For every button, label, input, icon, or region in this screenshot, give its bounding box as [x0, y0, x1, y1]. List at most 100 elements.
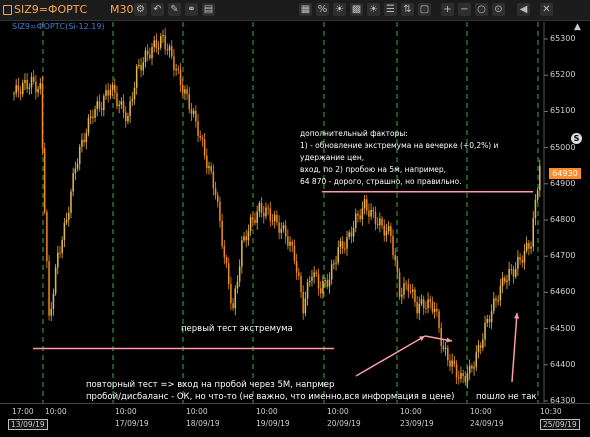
- chart-window: SIZ9=ФОРТС M30 ⚙ ↶ ✎ ⚭ ▤ ▦ % ☀ ▩ ☀ ☰ ⇅ ▢…: [0, 0, 590, 437]
- candle-body: [195, 110, 197, 122]
- candle-body: [411, 289, 414, 292]
- candle-body: [127, 115, 129, 122]
- time-tick-label: 10:30: [540, 407, 562, 416]
- candle-body: [153, 40, 155, 48]
- candle-body: [451, 360, 453, 367]
- candle-body: [488, 319, 491, 323]
- candle-body: [536, 190, 539, 200]
- candle-body: [192, 110, 195, 114]
- candle-body: [179, 69, 182, 85]
- candle-body: [486, 319, 488, 323]
- candle-body: [234, 288, 237, 309]
- candle-body: [503, 277, 506, 282]
- candle-body: [457, 377, 460, 379]
- candle-body: [447, 347, 449, 361]
- time-axis[interactable]: 17:00 10:00 10:00 10:00 10:00 10:00 10:00 10:00…: [0, 403, 590, 437]
- price-tick-label: 65200: [550, 70, 576, 80]
- candle-body: [390, 226, 392, 236]
- candle-body: [306, 282, 309, 299]
- candle-body: [352, 227, 355, 237]
- candle-body: [344, 248, 346, 250]
- candle-body: [118, 104, 120, 107]
- candle-body: [278, 222, 280, 233]
- candle-body: [482, 339, 484, 348]
- candle-body: [510, 269, 513, 271]
- candle-body: [525, 242, 528, 251]
- candle-body: [232, 303, 234, 309]
- candle-body: [230, 283, 232, 304]
- candle-body: [512, 269, 515, 277]
- candle-body: [317, 274, 320, 289]
- candle-body: [322, 280, 324, 294]
- candle-body: [61, 240, 63, 254]
- candle-body: [298, 272, 300, 276]
- candle-body: [107, 90, 109, 96]
- annotation-arrow: [511, 312, 518, 383]
- candle-body: [517, 256, 519, 269]
- time-tick-label: 17:00: [12, 407, 34, 416]
- candle-body: [403, 283, 405, 295]
- candle-body: [523, 250, 526, 263]
- price-tick-label: 64700: [550, 251, 576, 261]
- candle-body: [89, 116, 92, 118]
- candle-body: [155, 40, 158, 48]
- candle-body: [379, 218, 381, 226]
- time-tick-label: 10:00: [45, 407, 67, 416]
- candle-body: [32, 76, 35, 82]
- note-line: дополнительный факторы:: [300, 129, 408, 138]
- candle-body: [453, 360, 456, 365]
- candle-body: [168, 46, 171, 51]
- candle-body: [212, 171, 215, 189]
- time-tick-label: 10:00: [470, 407, 492, 416]
- price-tick-label: 64600: [550, 287, 576, 297]
- candle-body: [238, 266, 241, 282]
- arrow-head: [446, 337, 452, 343]
- candle-body: [241, 240, 243, 267]
- candle-body: [287, 236, 289, 246]
- candle-body: [260, 202, 263, 213]
- candle-body: [530, 246, 532, 249]
- candle-body: [293, 245, 296, 262]
- candle-body: [471, 365, 473, 369]
- candle-body: [254, 219, 256, 223]
- candle-body: [355, 213, 357, 228]
- candle-body: [245, 236, 247, 241]
- candle-body: [149, 54, 151, 59]
- candle-body: [313, 272, 315, 277]
- candle-body: [190, 109, 193, 114]
- candle-body: [514, 268, 517, 277]
- candle-body: [15, 85, 17, 94]
- note-line: 64 870 - дорого, страшно, но правильно.: [300, 177, 462, 186]
- candle-body: [262, 212, 265, 217]
- candle-body: [28, 87, 31, 89]
- candlestick-plot[interactable]: [0, 0, 590, 436]
- candle-body: [83, 139, 85, 143]
- candle-body: [497, 300, 499, 302]
- candle-body: [223, 246, 226, 258]
- candle-body: [94, 109, 96, 118]
- candle-body: [324, 280, 326, 282]
- date-tick-label: 17/09/19: [115, 419, 149, 428]
- candle-body: [436, 308, 438, 312]
- candle-body: [142, 62, 145, 71]
- candle-body: [319, 288, 322, 294]
- candle-body: [484, 322, 486, 340]
- candle-body: [186, 89, 188, 95]
- candle-body: [361, 208, 364, 220]
- candle-body: [398, 272, 401, 297]
- candle-body: [420, 299, 423, 304]
- candle-body: [177, 68, 180, 70]
- note-additional-factors: дополнительный факторы: 1) - обновление …: [300, 128, 498, 188]
- candle-body: [199, 135, 201, 138]
- candle-body: [81, 139, 83, 147]
- candle-body: [438, 311, 440, 329]
- candle-body: [337, 247, 340, 263]
- candle-body: [311, 276, 313, 281]
- candle-body: [214, 188, 217, 196]
- candle-body: [328, 279, 331, 287]
- candle-body: [363, 199, 366, 209]
- candle-body: [396, 260, 399, 273]
- candle-body: [431, 301, 434, 312]
- s-badge-icon[interactable]: S: [571, 133, 582, 144]
- price-tick-label: 65100: [550, 106, 576, 116]
